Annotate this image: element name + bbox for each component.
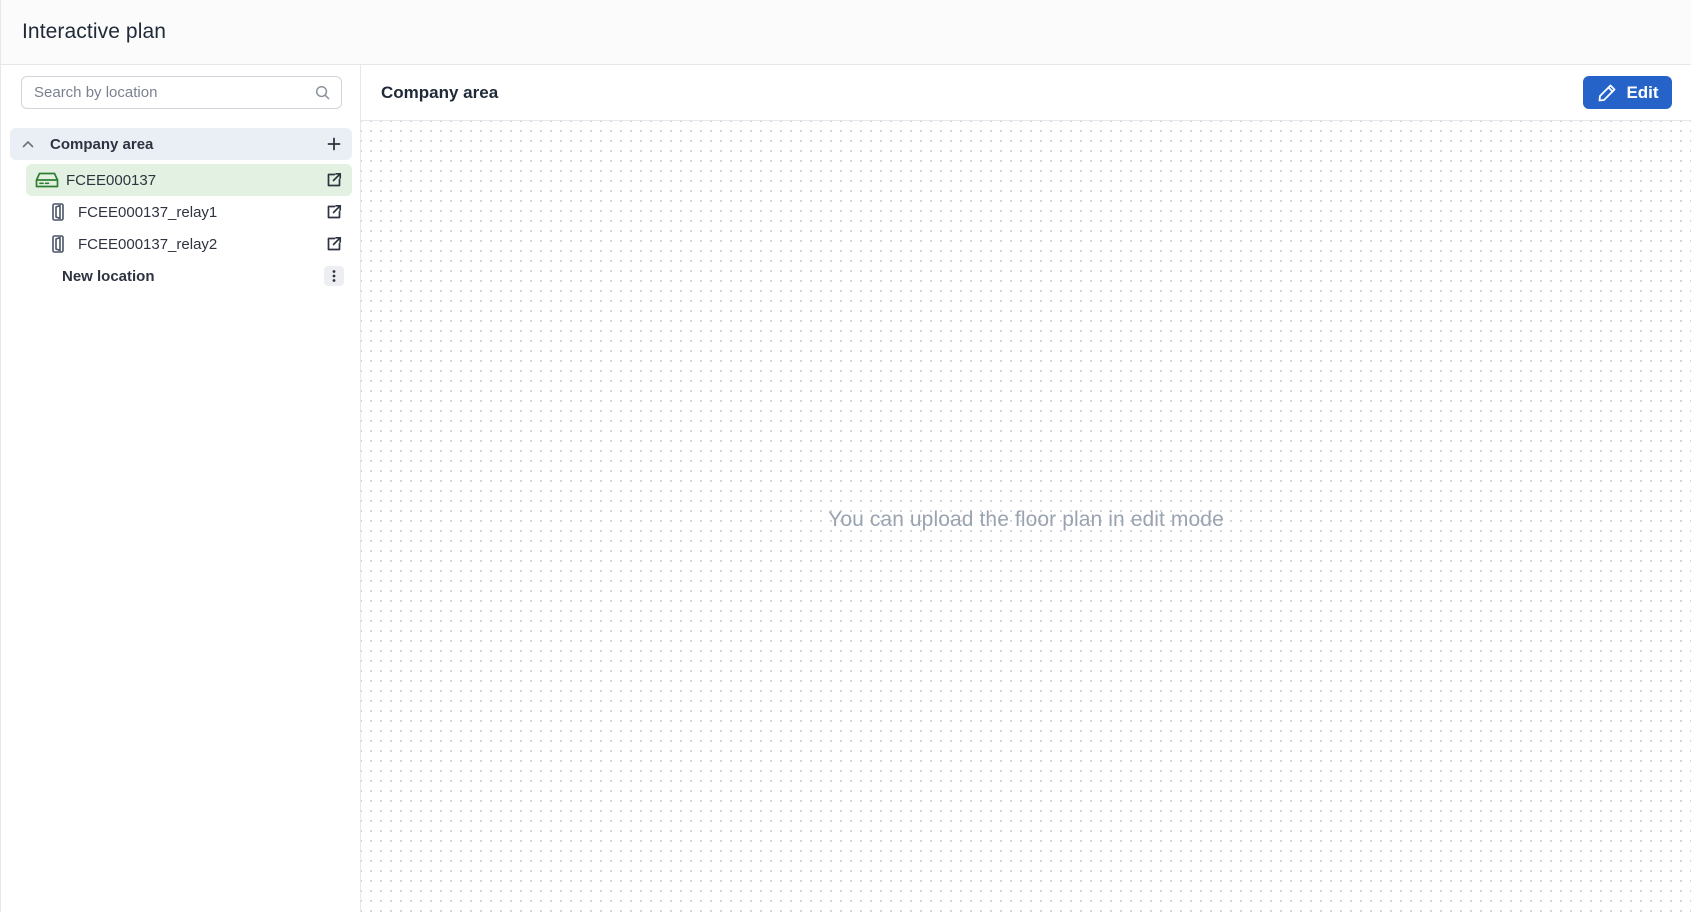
empty-state-message: You can upload the floor plan in edit mo… [828,507,1224,531]
tree-item-device[interactable]: FCEE000137 [26,164,352,196]
location-tree: Company area FCEE000137 FCEE000137_relay… [1,128,360,292]
floor-plan-canvas[interactable]: You can upload the floor plan in edit mo… [361,121,1691,912]
page-title: Interactive plan [22,20,167,43]
open-device-button[interactable] [324,170,344,190]
edit-button-label: Edit [1626,82,1659,102]
pencil-icon [1596,82,1618,104]
open-relay-button[interactable] [324,202,344,222]
relay-icon [50,203,66,221]
main-title: Company area [381,82,499,102]
more-options-button[interactable] [324,266,344,286]
tree-root-label: Company area [50,135,154,153]
tree-item-relay[interactable]: FCEE000137_relay2 [26,228,352,260]
top-header: Interactive plan [1,0,1691,65]
add-location-button[interactable] [324,134,344,154]
device-label: FCEE000137 [66,171,157,189]
app-body: Company area [1,65,1691,912]
relay-label: FCEE000137_relay1 [78,203,218,221]
edit-button[interactable]: Edit [1583,76,1672,109]
search-box[interactable] [21,76,342,109]
relay-label: FCEE000137_relay2 [78,235,218,253]
tree-root-company-area[interactable]: Company area [10,128,352,160]
tree-item-location[interactable]: New location [10,260,352,292]
app-window: Interactive plan Search by location Comp… [0,0,1691,912]
search-icon[interactable] [314,84,331,101]
location-label: New location [62,267,155,285]
relay-icon [50,235,66,253]
chevron-up-icon[interactable] [20,136,36,152]
main-panel: Company area Edit You can upload the flo… [361,65,1691,912]
search-input[interactable] [34,84,314,101]
sidebar: Company area [1,65,361,912]
tree-item-relay[interactable]: FCEE000137_relay1 [26,196,352,228]
main-header: Company area Edit [361,65,1691,121]
hub-device-icon [35,171,59,189]
open-relay-button[interactable] [324,234,344,254]
